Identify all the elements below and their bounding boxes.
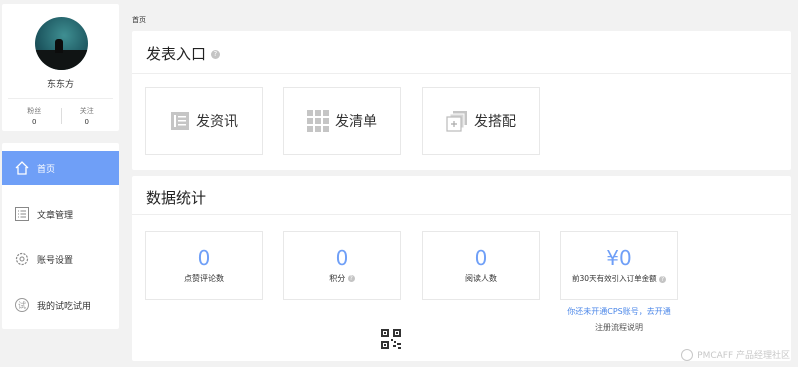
username: 东东方	[46, 80, 74, 90]
publish-news-button[interactable]: 发资讯	[145, 87, 263, 155]
avatar[interactable]	[35, 17, 88, 70]
fans-stat[interactable]: 粉丝 0	[8, 106, 61, 128]
sidebar-item-label: 文章管理	[37, 210, 74, 221]
fans-label: 粉丝	[27, 107, 42, 115]
stat-label: 阅读人数	[465, 274, 497, 283]
publish-list-label: 发清单	[335, 114, 377, 130]
sidebar-nav: 首页 文章管理 账号设置 试 我的试吃试用	[2, 143, 119, 329]
fans-count: 0	[32, 118, 37, 126]
profile-card: 东东方 粉丝 0 关注 0	[2, 4, 119, 131]
stat-value: 0	[474, 246, 488, 270]
stat-card-readers: 0 阅读人数	[422, 231, 540, 300]
sidebar-item-label: 首页	[37, 164, 56, 175]
publish-combo-label: 发搭配	[474, 114, 516, 130]
help-icon[interactable]: ?	[347, 275, 355, 282]
cps-open-link[interactable]: 你还未开通CPS账号，去开通	[560, 306, 678, 317]
pmcaff-logo-icon	[681, 348, 694, 361]
publish-header: 发表入口 ?	[132, 31, 791, 74]
qr-code-icon[interactable]	[381, 329, 401, 353]
help-icon[interactable]: ?	[658, 275, 666, 283]
stat-label: 前30天有效引入订单金额 ?	[572, 274, 666, 283]
list-icon	[14, 206, 30, 222]
statistics-title: 数据统计	[146, 189, 207, 207]
home-icon	[14, 160, 30, 176]
grid-icon	[307, 110, 329, 132]
stat-card-points: 0 积分 ?	[283, 231, 401, 300]
watermark: PMCAFF 产品经理社区	[681, 348, 790, 361]
stat-label: 点赞评论数	[184, 274, 224, 283]
follow-stat[interactable]: 关注 0	[61, 106, 114, 128]
stat-card-order-amount: ¥0 前30天有效引入订单金额 ?	[560, 231, 678, 300]
publish-panel: 发表入口 ? 发资讯 发清单 发搭配	[132, 31, 791, 170]
article-icon	[170, 111, 190, 131]
sidebar-item-articles[interactable]: 文章管理	[2, 197, 119, 231]
stat-value: 0	[197, 246, 211, 270]
publish-news-label: 发资讯	[196, 114, 238, 130]
sidebar-item-label: 账号设置	[37, 255, 74, 266]
breadcrumb[interactable]: 首页	[132, 15, 146, 25]
follow-label: 关注	[79, 107, 94, 115]
profile-stats: 粉丝 0 关注 0	[8, 98, 113, 128]
sidebar-item-label: 我的试吃试用	[37, 301, 92, 312]
gear-icon	[14, 251, 30, 267]
publish-list-button[interactable]: 发清单	[283, 87, 401, 155]
sidebar-item-home[interactable]: 首页	[2, 151, 119, 185]
stat-value: 0	[335, 246, 349, 270]
publish-combo-button[interactable]: 发搭配	[422, 87, 540, 155]
stat-label: 积分 ?	[329, 274, 355, 283]
follow-count: 0	[84, 118, 89, 126]
help-icon[interactable]: ?	[210, 50, 220, 59]
statistics-panel: 数据统计 0 点赞评论数 0 积分 ? 0 阅读人数 ¥0 前30天有效引入订单…	[132, 176, 791, 361]
sidebar-item-settings[interactable]: 账号设置	[2, 242, 119, 276]
stat-value: ¥0	[606, 246, 632, 270]
registration-note-link[interactable]: 注册流程说明	[560, 322, 678, 333]
trial-icon: 试	[14, 297, 30, 313]
sidebar-item-trial[interactable]: 试 我的试吃试用	[2, 288, 119, 322]
combo-icon	[446, 110, 468, 132]
svg-text:试: 试	[18, 300, 26, 310]
statistics-header: 数据统计	[132, 176, 791, 215]
publish-title: 发表入口 ?	[146, 43, 220, 64]
stat-card-likes: 0 点赞评论数	[145, 231, 263, 300]
